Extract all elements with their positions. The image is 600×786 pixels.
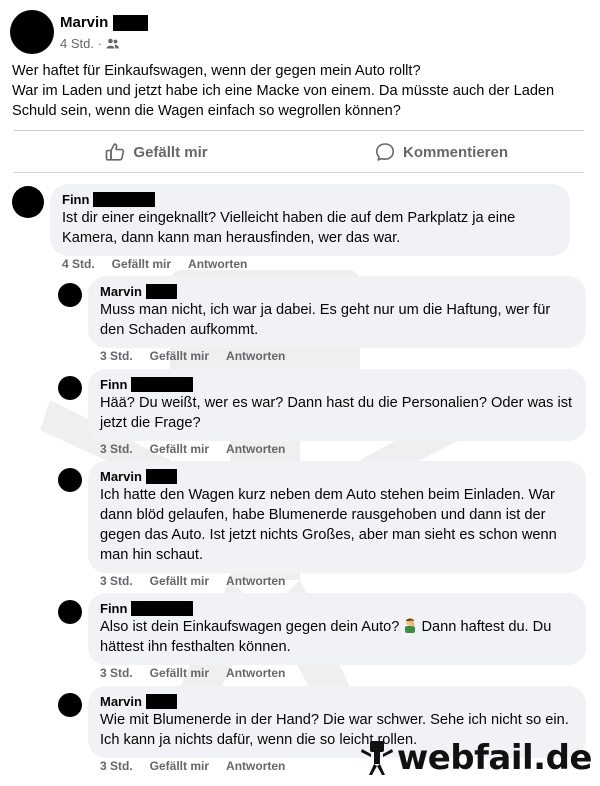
comment-text: Hää? Du weißt, wer es war? Dann hast du …	[100, 395, 573, 431]
comment-bubble: Marvin Muss man nicht, ich war ja dabei.…	[88, 276, 586, 348]
comment-time[interactable]: 3 Std.	[100, 574, 133, 588]
comment-button[interactable]: Kommentieren	[299, 132, 584, 172]
avatar[interactable]	[58, 283, 82, 307]
reply: Finn Also ist dein Einkaufswagen gegen d…	[58, 593, 588, 683]
comment-bubble: Finn Also ist dein Einkaufswagen gegen d…	[88, 593, 586, 665]
comment-like-link[interactable]: Gefällt mir	[150, 442, 209, 456]
comment-button-label: Kommentieren	[402, 143, 509, 161]
comment-icon	[375, 143, 394, 161]
comment-bubble: Finn Ist dir einer eingeknallt? Vielleic…	[50, 184, 570, 256]
comment-meta: 3 Std. Gefällt mir Antworten	[100, 442, 285, 456]
redaction-bar	[145, 469, 177, 484]
comment-author[interactable]: Finn	[100, 600, 574, 617]
post-author[interactable]: Marvin	[60, 14, 149, 31]
webfail-mascot-icon	[360, 741, 393, 775]
redaction-bar	[131, 377, 194, 392]
divider	[14, 130, 584, 131]
avatar[interactable]	[58, 376, 82, 400]
post-actions: Gefällt mir Kommentieren	[14, 132, 584, 172]
thumbs-up-icon	[106, 143, 125, 161]
avatar[interactable]	[58, 600, 82, 624]
comment-time[interactable]: 4 Std.	[62, 257, 95, 271]
comment-meta: 3 Std. Gefällt mir Antworten	[100, 574, 285, 588]
comment-like-link[interactable]: Gefällt mir	[150, 574, 209, 588]
comment-text: Also ist dein Einkaufswagen gegen dein A…	[100, 617, 574, 657]
comment-bubble: Finn Hää? Du weißt, wer es war? Dann has…	[88, 369, 586, 441]
like-button-label: Gefällt mir	[133, 143, 208, 161]
comment-time[interactable]: 3 Std.	[100, 349, 133, 363]
reply: Finn Hää? Du weißt, wer es war? Dann has…	[58, 369, 588, 459]
comment-meta: 3 Std. Gefällt mir Antworten	[100, 759, 285, 773]
comment-author[interactable]: Marvin	[100, 283, 574, 300]
like-button[interactable]: Gefällt mir	[14, 132, 299, 172]
reply: Marvin Ich hatte den Wagen kurz neben de…	[58, 461, 588, 591]
comment-like-link[interactable]: Gefällt mir	[150, 666, 209, 680]
comment-meta: 3 Std. Gefällt mir Antworten	[100, 666, 285, 680]
reply: Marvin Muss man nicht, ich war ja dabei.…	[58, 276, 588, 366]
comment: Finn Ist dir einer eingeknallt? Vielleic…	[12, 184, 592, 274]
comment-time[interactable]: 3 Std.	[100, 442, 133, 456]
redaction-bar	[145, 694, 177, 709]
comment-text: Muss man nicht, ich war ja dabei. Es geh…	[100, 302, 551, 338]
avatar[interactable]	[58, 693, 82, 717]
comment-time[interactable]: 3 Std.	[100, 666, 133, 680]
comment-author-name[interactable]: Marvin	[100, 694, 142, 709]
avatar[interactable]	[58, 468, 82, 492]
comment-author-name[interactable]: Finn	[100, 601, 127, 616]
comment-author-name[interactable]: Marvin	[100, 469, 142, 484]
comment-reply-link[interactable]: Antworten	[226, 574, 285, 588]
comment-text-part: Also ist dein Einkaufswagen gegen dein A…	[100, 619, 400, 635]
comment-meta: 3 Std. Gefällt mir Antworten	[100, 349, 285, 363]
friends-icon	[106, 38, 119, 49]
comment-author[interactable]: Marvin	[100, 693, 574, 710]
comment-reply-link[interactable]: Antworten	[226, 349, 285, 363]
comment-reply-link[interactable]: Antworten	[226, 442, 285, 456]
comment-reply-link[interactable]: Antworten	[226, 666, 285, 680]
redaction-bar	[93, 192, 156, 207]
comment-like-link[interactable]: Gefällt mir	[150, 349, 209, 363]
post-header: Marvin 4 Std. ·	[10, 8, 590, 56]
comment-like-link[interactable]: Gefällt mir	[112, 257, 171, 271]
post-author-name[interactable]: Marvin	[60, 14, 108, 31]
comment-text: Ich hatte den Wagen kurz neben dem Auto …	[100, 487, 557, 563]
avatar[interactable]	[10, 10, 54, 54]
redaction-bar	[131, 601, 194, 616]
comment-bubble: Marvin Ich hatte den Wagen kurz neben de…	[88, 461, 586, 573]
comment-author[interactable]: Finn	[100, 376, 574, 393]
comment-meta: 4 Std. Gefällt mir Antworten	[62, 257, 247, 271]
comment-author-name[interactable]: Marvin	[100, 284, 142, 299]
post-text: Wer haftet für Einkaufswagen, wenn der g…	[12, 63, 555, 119]
comment-time[interactable]: 3 Std.	[100, 759, 133, 773]
avatar[interactable]	[12, 186, 44, 218]
comment-author[interactable]: Marvin	[100, 468, 574, 485]
webfail-watermark: webfail.de	[360, 738, 593, 778]
webfail-watermark-text: webfail.de	[396, 738, 593, 778]
comment-reply-link[interactable]: Antworten	[226, 759, 285, 773]
facepalm-emoji-icon	[405, 618, 416, 633]
comment-author-name[interactable]: Finn	[100, 377, 127, 392]
comment-reply-link[interactable]: Antworten	[188, 257, 247, 271]
comment-author-name[interactable]: Finn	[62, 192, 89, 207]
post-time[interactable]: 4 Std. ·	[60, 36, 102, 51]
comment-like-link[interactable]: Gefällt mir	[150, 759, 209, 773]
divider	[14, 172, 584, 173]
post-meta: 4 Std. ·	[60, 36, 119, 51]
comment-text: Ist dir einer eingeknallt? Vielleicht ha…	[62, 210, 516, 246]
comment-author[interactable]: Finn	[62, 191, 558, 208]
redaction-bar	[113, 14, 149, 31]
redaction-bar	[145, 284, 177, 299]
